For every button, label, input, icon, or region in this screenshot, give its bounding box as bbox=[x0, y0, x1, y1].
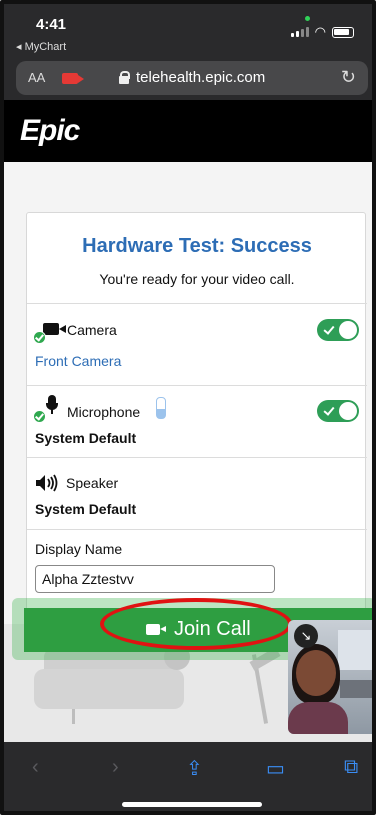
bookmarks-icon[interactable]: ▭ bbox=[266, 756, 285, 781]
camera-label: Camera bbox=[67, 322, 117, 338]
camera-active-icon[interactable] bbox=[62, 73, 84, 84]
text-size-button[interactable]: AA bbox=[28, 70, 45, 85]
microphone-device[interactable]: System Default bbox=[35, 430, 136, 446]
epic-logo: Epic bbox=[20, 114, 80, 147]
lock-icon bbox=[119, 71, 130, 84]
card-title: Hardware Test: Success bbox=[82, 235, 312, 257]
address-bar[interactable]: AA telehealth.epic.com ↻ bbox=[16, 61, 368, 95]
epic-header: Epic bbox=[4, 100, 372, 162]
battery-icon bbox=[332, 26, 354, 38]
forward-icon[interactable]: › bbox=[112, 756, 119, 779]
speaker-device[interactable]: System Default bbox=[35, 501, 136, 517]
microphone-stem bbox=[51, 409, 53, 414]
red-annotation-circle bbox=[100, 598, 292, 650]
tabs-icon[interactable]: ⧉ bbox=[344, 756, 358, 779]
browser-chrome: 4:41 ◂ MyChart ◠ AA telehealth.epic.com … bbox=[4, 4, 372, 100]
share-icon[interactable]: ⇪ bbox=[186, 756, 203, 781]
speaker-label: Speaker bbox=[66, 475, 119, 491]
back-to-app-link[interactable]: ◂ MyChart bbox=[16, 40, 66, 53]
sofa-illustration bbox=[34, 669, 184, 709]
preview-face bbox=[296, 650, 336, 696]
url-text[interactable]: telehealth.epic.com bbox=[136, 69, 265, 86]
back-icon[interactable]: ‹ bbox=[32, 756, 39, 779]
preview-body bbox=[288, 702, 348, 734]
check-icon bbox=[33, 331, 46, 344]
camera-device-link[interactable]: Front Camera bbox=[35, 353, 121, 369]
card-subtitle: You're ready for your video call. bbox=[99, 271, 295, 287]
divider bbox=[27, 457, 367, 458]
microphone-toggle[interactable] bbox=[317, 400, 359, 422]
status-time: 4:41 bbox=[36, 16, 67, 33]
mic-level-indicator bbox=[156, 397, 166, 419]
speaker-icon bbox=[36, 474, 58, 492]
minimize-preview-icon[interactable]: ↘ bbox=[294, 624, 318, 648]
display-name-input[interactable] bbox=[35, 565, 275, 593]
wifi-icon: ◠ bbox=[314, 24, 326, 39]
microphone-label: Microphone bbox=[67, 404, 141, 420]
preview-shelf bbox=[340, 680, 372, 698]
status-icons: ◠ bbox=[290, 24, 354, 40]
preview-wall bbox=[338, 630, 372, 670]
home-indicator[interactable] bbox=[122, 802, 262, 807]
signal-icon bbox=[290, 27, 309, 37]
camera-in-use-indicator bbox=[305, 16, 310, 21]
reload-icon[interactable]: ↻ bbox=[341, 67, 356, 88]
phone-frame: 4:41 ◂ MyChart ◠ AA telehealth.epic.com … bbox=[0, 0, 376, 815]
camera-toggle[interactable] bbox=[317, 319, 359, 341]
safari-toolbar: ‹ › ⇪ ▭ ⧉ bbox=[4, 742, 372, 811]
hardware-test-card: Hardware Test: Success You're ready for … bbox=[26, 212, 367, 617]
camera-icon bbox=[43, 323, 66, 335]
divider bbox=[27, 529, 367, 530]
divider bbox=[27, 385, 367, 386]
divider bbox=[27, 303, 367, 304]
check-icon bbox=[33, 410, 46, 423]
display-name-label: Display Name bbox=[35, 541, 123, 557]
